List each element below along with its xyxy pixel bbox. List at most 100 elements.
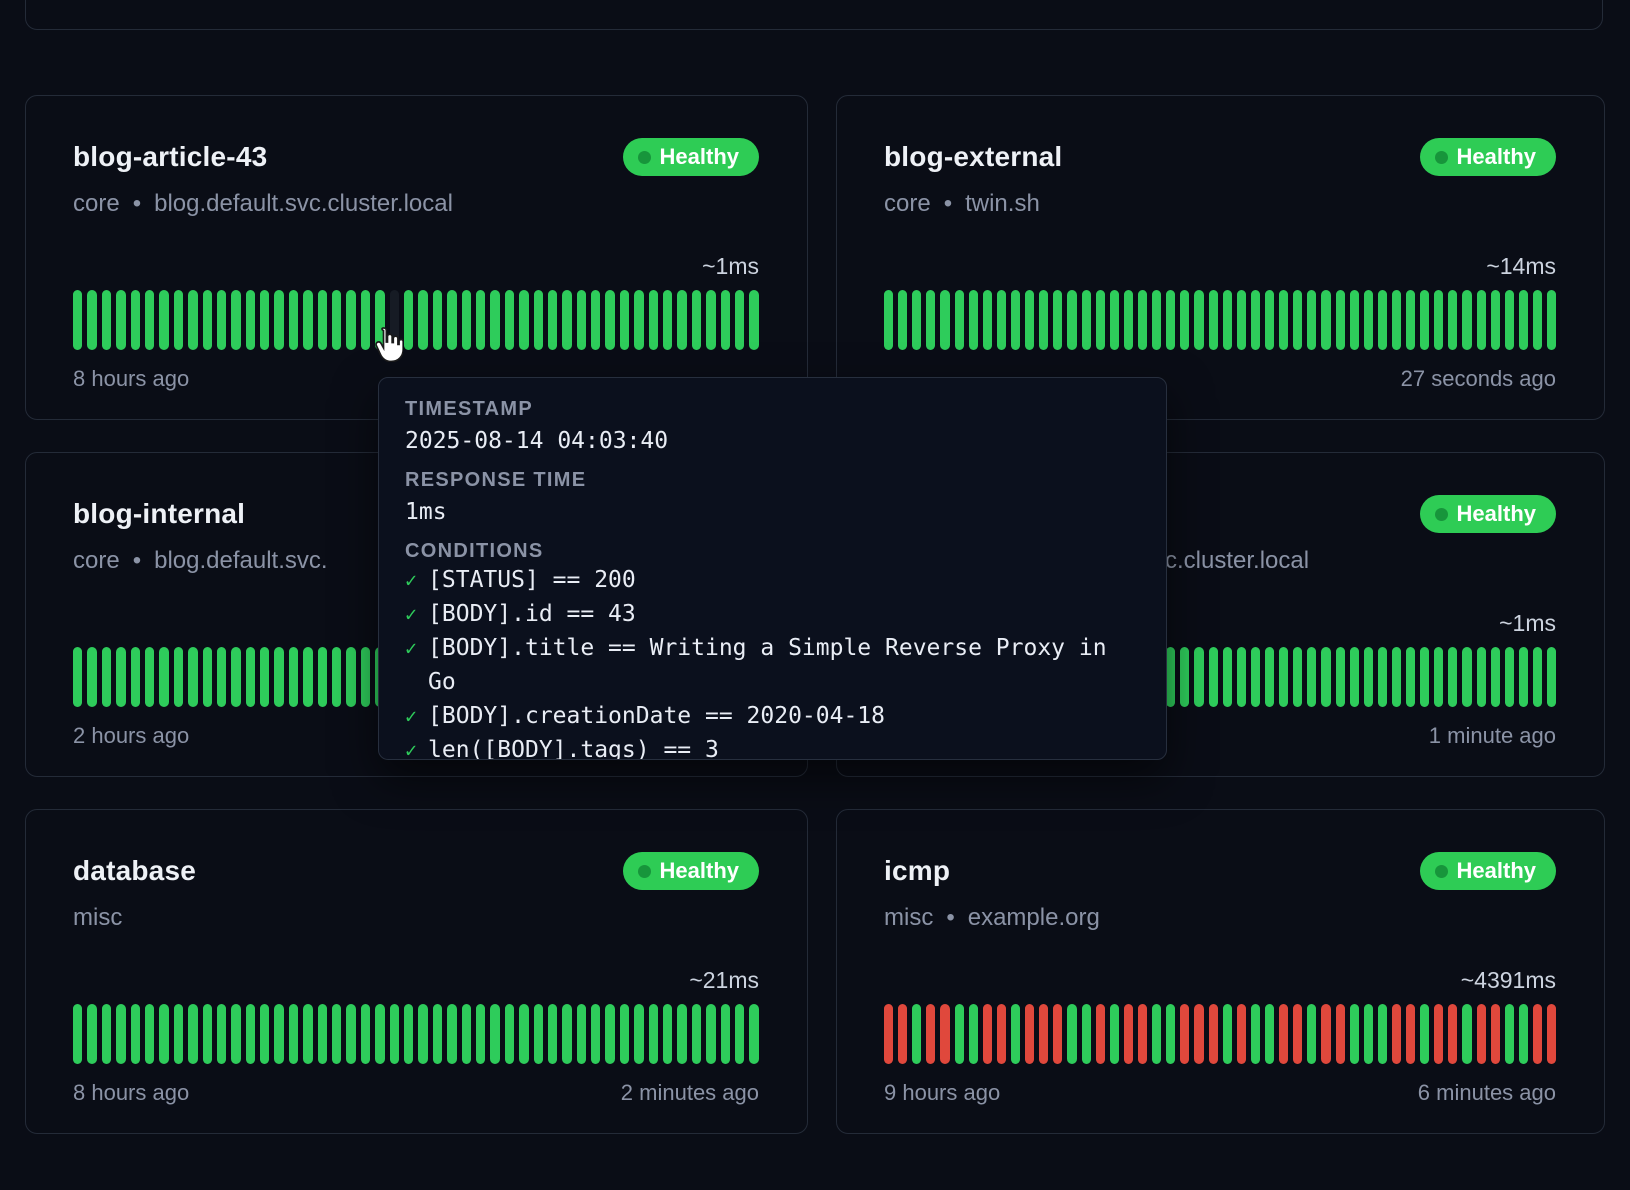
status-bar[interactable] [476, 1004, 485, 1064]
status-bar[interactable] [203, 290, 212, 350]
status-bar[interactable] [318, 290, 327, 350]
status-bar[interactable] [1251, 1004, 1260, 1064]
status-bar[interactable] [1378, 1004, 1387, 1064]
status-bar[interactable] [1533, 1004, 1542, 1064]
status-bar[interactable] [361, 647, 370, 707]
status-bar[interactable] [1096, 1004, 1105, 1064]
status-bar[interactable] [1462, 1004, 1471, 1064]
status-bar[interactable] [1434, 647, 1443, 707]
status-bar[interactable] [318, 1004, 327, 1064]
status-bar[interactable] [1392, 1004, 1401, 1064]
status-bar[interactable] [1420, 1004, 1429, 1064]
status-bar[interactable] [1434, 290, 1443, 350]
status-bar[interactable] [217, 1004, 226, 1064]
status-bar[interactable] [605, 1004, 614, 1064]
status-bar[interactable] [490, 290, 499, 350]
status-bar[interactable] [519, 290, 528, 350]
status-bar[interactable] [983, 290, 992, 350]
status-bar[interactable] [1166, 647, 1175, 707]
status-bar[interactable] [1025, 1004, 1034, 1064]
status-bar[interactable] [188, 647, 197, 707]
status-bar[interactable] [1505, 290, 1514, 350]
status-bar[interactable] [1378, 647, 1387, 707]
status-bar[interactable] [231, 647, 240, 707]
status-bar[interactable] [983, 1004, 992, 1064]
status-bar[interactable] [361, 1004, 370, 1064]
status-bar[interactable] [706, 1004, 715, 1064]
status-bar[interactable] [955, 1004, 964, 1064]
status-bar[interactable] [433, 1004, 442, 1064]
status-bar[interactable] [1321, 1004, 1330, 1064]
status-bar[interactable] [926, 1004, 935, 1064]
status-bar[interactable] [476, 290, 485, 350]
status-bar[interactable] [1448, 1004, 1457, 1064]
status-bar[interactable] [649, 1004, 658, 1064]
status-bar[interactable] [1138, 290, 1147, 350]
status-bar[interactable] [1209, 290, 1218, 350]
status-bar[interactable] [577, 290, 586, 350]
status-bar[interactable] [1124, 1004, 1133, 1064]
status-bar[interactable] [1223, 290, 1232, 350]
status-bar[interactable] [332, 1004, 341, 1064]
status-bar[interactable] [1265, 1004, 1274, 1064]
status-bar[interactable] [1265, 290, 1274, 350]
status-bar[interactable] [1336, 290, 1345, 350]
status-bar[interactable] [620, 1004, 629, 1064]
status-bar[interactable] [677, 290, 686, 350]
status-bar[interactable] [1180, 290, 1189, 350]
status-bar[interactable] [969, 1004, 978, 1064]
status-bar[interactable] [1350, 647, 1359, 707]
status-bar[interactable] [1364, 647, 1373, 707]
status-bar[interactable] [116, 1004, 125, 1064]
status-bar[interactable] [1082, 1004, 1091, 1064]
status-bar[interactable] [997, 290, 1006, 350]
status-bar[interactable] [1251, 647, 1260, 707]
status-bar[interactable] [692, 1004, 701, 1064]
status-bar[interactable] [1533, 647, 1542, 707]
status-bar[interactable] [1477, 647, 1486, 707]
status-bar[interactable] [1321, 290, 1330, 350]
status-bar[interactable] [1547, 1004, 1556, 1064]
status-bar[interactable] [174, 290, 183, 350]
status-bar[interactable] [1491, 647, 1500, 707]
status-bar[interactable] [534, 1004, 543, 1064]
status-bar[interactable] [1350, 1004, 1359, 1064]
status-bar[interactable] [749, 1004, 758, 1064]
status-bar[interactable] [1519, 1004, 1528, 1064]
status-bar[interactable] [969, 290, 978, 350]
status-bar[interactable] [898, 290, 907, 350]
status-bar[interactable] [884, 290, 893, 350]
status-bar[interactable] [217, 647, 226, 707]
status-bar[interactable] [1110, 1004, 1119, 1064]
status-bar[interactable] [721, 1004, 730, 1064]
status-bar[interactable] [1462, 647, 1471, 707]
status-bar[interactable] [145, 290, 154, 350]
status-bar[interactable] [1293, 290, 1302, 350]
status-bar[interactable] [634, 290, 643, 350]
status-bar[interactable] [1194, 647, 1203, 707]
status-bar[interactable] [246, 1004, 255, 1064]
status-bar[interactable] [73, 647, 82, 707]
status-bar[interactable] [1265, 647, 1274, 707]
status-bar[interactable] [1364, 1004, 1373, 1064]
status-bar[interactable] [1420, 290, 1429, 350]
status-bar[interactable] [289, 647, 298, 707]
status-bar[interactable] [898, 1004, 907, 1064]
status-bar[interactable] [375, 1004, 384, 1064]
status-bar[interactable] [505, 1004, 514, 1064]
status-bar[interactable] [548, 290, 557, 350]
status-bar[interactable] [102, 290, 111, 350]
status-bar[interactable] [1011, 1004, 1020, 1064]
status-bar[interactable] [1533, 290, 1542, 350]
service-card-icmp[interactable]: icmp Healthy misc • example.org ~4391ms … [836, 809, 1605, 1134]
status-bar[interactable] [926, 290, 935, 350]
status-bar[interactable] [332, 290, 341, 350]
status-bar[interactable] [203, 1004, 212, 1064]
status-bar[interactable] [1039, 1004, 1048, 1064]
status-bar[interactable] [1293, 1004, 1302, 1064]
status-bar[interactable] [1434, 1004, 1443, 1064]
status-bar[interactable] [605, 290, 614, 350]
status-bar[interactable] [174, 647, 183, 707]
status-bar[interactable] [1053, 1004, 1062, 1064]
status-bar[interactable] [188, 290, 197, 350]
